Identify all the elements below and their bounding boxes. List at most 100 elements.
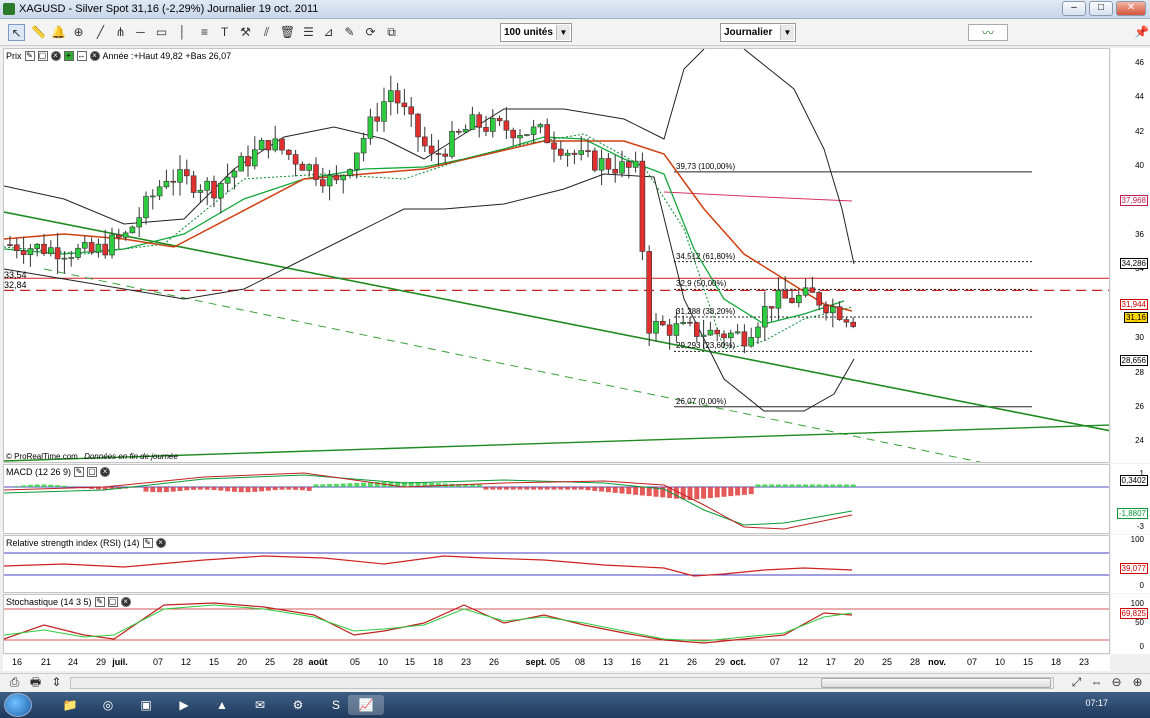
edit-icon[interactable]: ✎	[341, 24, 358, 41]
indicators-icon[interactable]: 〰	[968, 24, 1008, 41]
close-icon[interactable]: ×	[89, 51, 100, 61]
candle	[809, 287, 816, 293]
ruler-icon[interactable]: 📏	[30, 24, 47, 41]
wrench-icon[interactable]: ✎	[94, 597, 105, 607]
macd-bar	[286, 487, 292, 490]
horizontal-scrollbar[interactable]	[70, 677, 1054, 689]
stochastic-chart[interactable]	[4, 595, 1110, 654]
time-axis-label: 07	[769, 657, 781, 667]
candle	[510, 129, 517, 139]
macd-bar	[748, 487, 754, 495]
fit-icon[interactable]: ⤢	[1068, 674, 1085, 691]
app-icon[interactable]: ▣	[128, 695, 164, 715]
print-icon[interactable]: 🖶	[27, 674, 44, 691]
time-axis-label: 07	[966, 657, 978, 667]
scroll-thumb[interactable]	[821, 678, 1051, 688]
price-axis: 46444240383634323028262437,96834,28631,9…	[1111, 48, 1150, 463]
close-icon[interactable]: ×	[155, 538, 166, 548]
horizontal-line-icon[interactable]: ─	[132, 24, 149, 41]
browser-icon[interactable]: ◎	[90, 695, 126, 715]
magnet-icon[interactable]: ⊿	[320, 24, 337, 41]
close-icon[interactable]: ×	[100, 467, 111, 477]
scale-icon[interactable]: ⇔	[1088, 674, 1105, 691]
candle	[292, 154, 299, 165]
macd-bar	[320, 484, 326, 487]
rsi-chart[interactable]	[4, 536, 1110, 593]
add-icon[interactable]: +	[63, 51, 74, 61]
price-panel[interactable]: Prix ✎ ▢ × + ↔ × Année :+Haut 49,82 +Bas…	[3, 48, 1110, 463]
fork-icon[interactable]: ⋔	[112, 24, 129, 41]
close-icon[interactable]: ×	[120, 597, 131, 607]
alert-bell-icon[interactable]: 🔔	[50, 24, 67, 41]
wrench-icon[interactable]: ✎	[142, 538, 153, 548]
rotate-icon[interactable]: ⟳	[362, 24, 379, 41]
mail-icon[interactable]: ✉	[242, 695, 278, 715]
start-button[interactable]	[4, 693, 32, 717]
zoom-out-icon[interactable]: ⊖	[1108, 674, 1125, 691]
macd-bar	[306, 487, 312, 491]
hammer-icon[interactable]: ⚒	[237, 24, 254, 41]
axis-tick: 46	[1135, 58, 1144, 67]
cursor-icon[interactable]: ↖	[8, 24, 25, 41]
window-icon[interactable]: ▢	[37, 51, 48, 61]
candle	[517, 135, 523, 139]
candle	[700, 334, 707, 337]
wrench-icon[interactable]: ✎	[24, 51, 35, 61]
channel-icon[interactable]: ⫽	[258, 24, 275, 41]
close-button[interactable]: ✕	[1116, 1, 1146, 16]
print-preview-icon[interactable]: ⎙	[6, 674, 23, 691]
vertical-line-icon[interactable]: │	[174, 24, 191, 41]
minimize-button[interactable]: –	[1062, 1, 1086, 16]
text-tool-icon[interactable]: T	[216, 24, 233, 41]
explorer-icon[interactable]: 📁	[52, 695, 88, 715]
trash-icon[interactable]: 🗑	[279, 24, 296, 41]
candle	[646, 251, 653, 334]
tool-icon[interactable]: ⚙	[280, 695, 316, 715]
close-icon[interactable]: ×	[50, 51, 61, 61]
wrench-icon[interactable]: ✎	[74, 467, 85, 477]
candle	[20, 250, 27, 256]
macd-panel[interactable]: MACD (12 26 9) ✎ ▢ ×	[3, 464, 1110, 534]
candle	[598, 158, 605, 171]
lines-icon[interactable]: ☰	[300, 24, 317, 41]
prorealtime-task[interactable]: 📈	[348, 695, 384, 715]
rsi-label: Relative strength index (RSI) (14)	[6, 538, 140, 548]
frame-icon[interactable]: ⧉	[383, 24, 400, 41]
stochastic-panel[interactable]: Stochastique (14 3 5) ✎ ▢ ×	[3, 594, 1110, 654]
vlc-icon[interactable]: ▲	[204, 695, 240, 715]
media-icon[interactable]: ▶	[166, 695, 202, 715]
candle	[14, 244, 20, 251]
zoom-icon[interactable]: ⊕	[70, 24, 87, 41]
pin-icon[interactable]: 📌	[1133, 24, 1150, 41]
candle	[605, 158, 612, 170]
time-axis-label: 23	[460, 657, 472, 667]
fibonacci-label: 31,288 (38,20%)	[676, 307, 736, 317]
macd-bar	[816, 484, 822, 487]
candle	[571, 152, 578, 155]
time-axis-label: 17	[825, 657, 837, 667]
rectangle-icon[interactable]: ▭	[153, 24, 170, 41]
maximize-button[interactable]: □	[1089, 1, 1113, 16]
candle	[462, 129, 469, 133]
trendline-icon[interactable]: ╱	[92, 24, 109, 41]
candle	[721, 333, 727, 339]
macd-bar	[259, 487, 265, 492]
price-chart[interactable]	[4, 49, 1110, 463]
candle	[530, 126, 537, 135]
rsi-panel[interactable]: Relative strength index (RSI) (14) ✎ ×	[3, 535, 1110, 593]
macd-bar	[55, 485, 61, 487]
time-axis-label: 13	[602, 657, 614, 667]
expand-icon[interactable]: ↔	[76, 51, 87, 61]
candle	[116, 234, 122, 238]
macd-bar	[714, 487, 720, 498]
window-icon[interactable]: ▢	[107, 597, 118, 607]
macd-bar	[279, 487, 285, 490]
candle	[150, 195, 156, 198]
window-icon[interactable]: ▢	[87, 467, 98, 477]
units-select[interactable]: 100 unités ▼	[500, 23, 572, 42]
fibonacci-icon[interactable]: ≡	[196, 24, 213, 41]
period-select[interactable]: Journalier ▼	[720, 23, 796, 42]
move-icon[interactable]: ⇕	[48, 674, 65, 691]
zoom-in-icon[interactable]: ⊕	[1129, 674, 1146, 691]
macd-chart[interactable]	[4, 465, 1110, 534]
